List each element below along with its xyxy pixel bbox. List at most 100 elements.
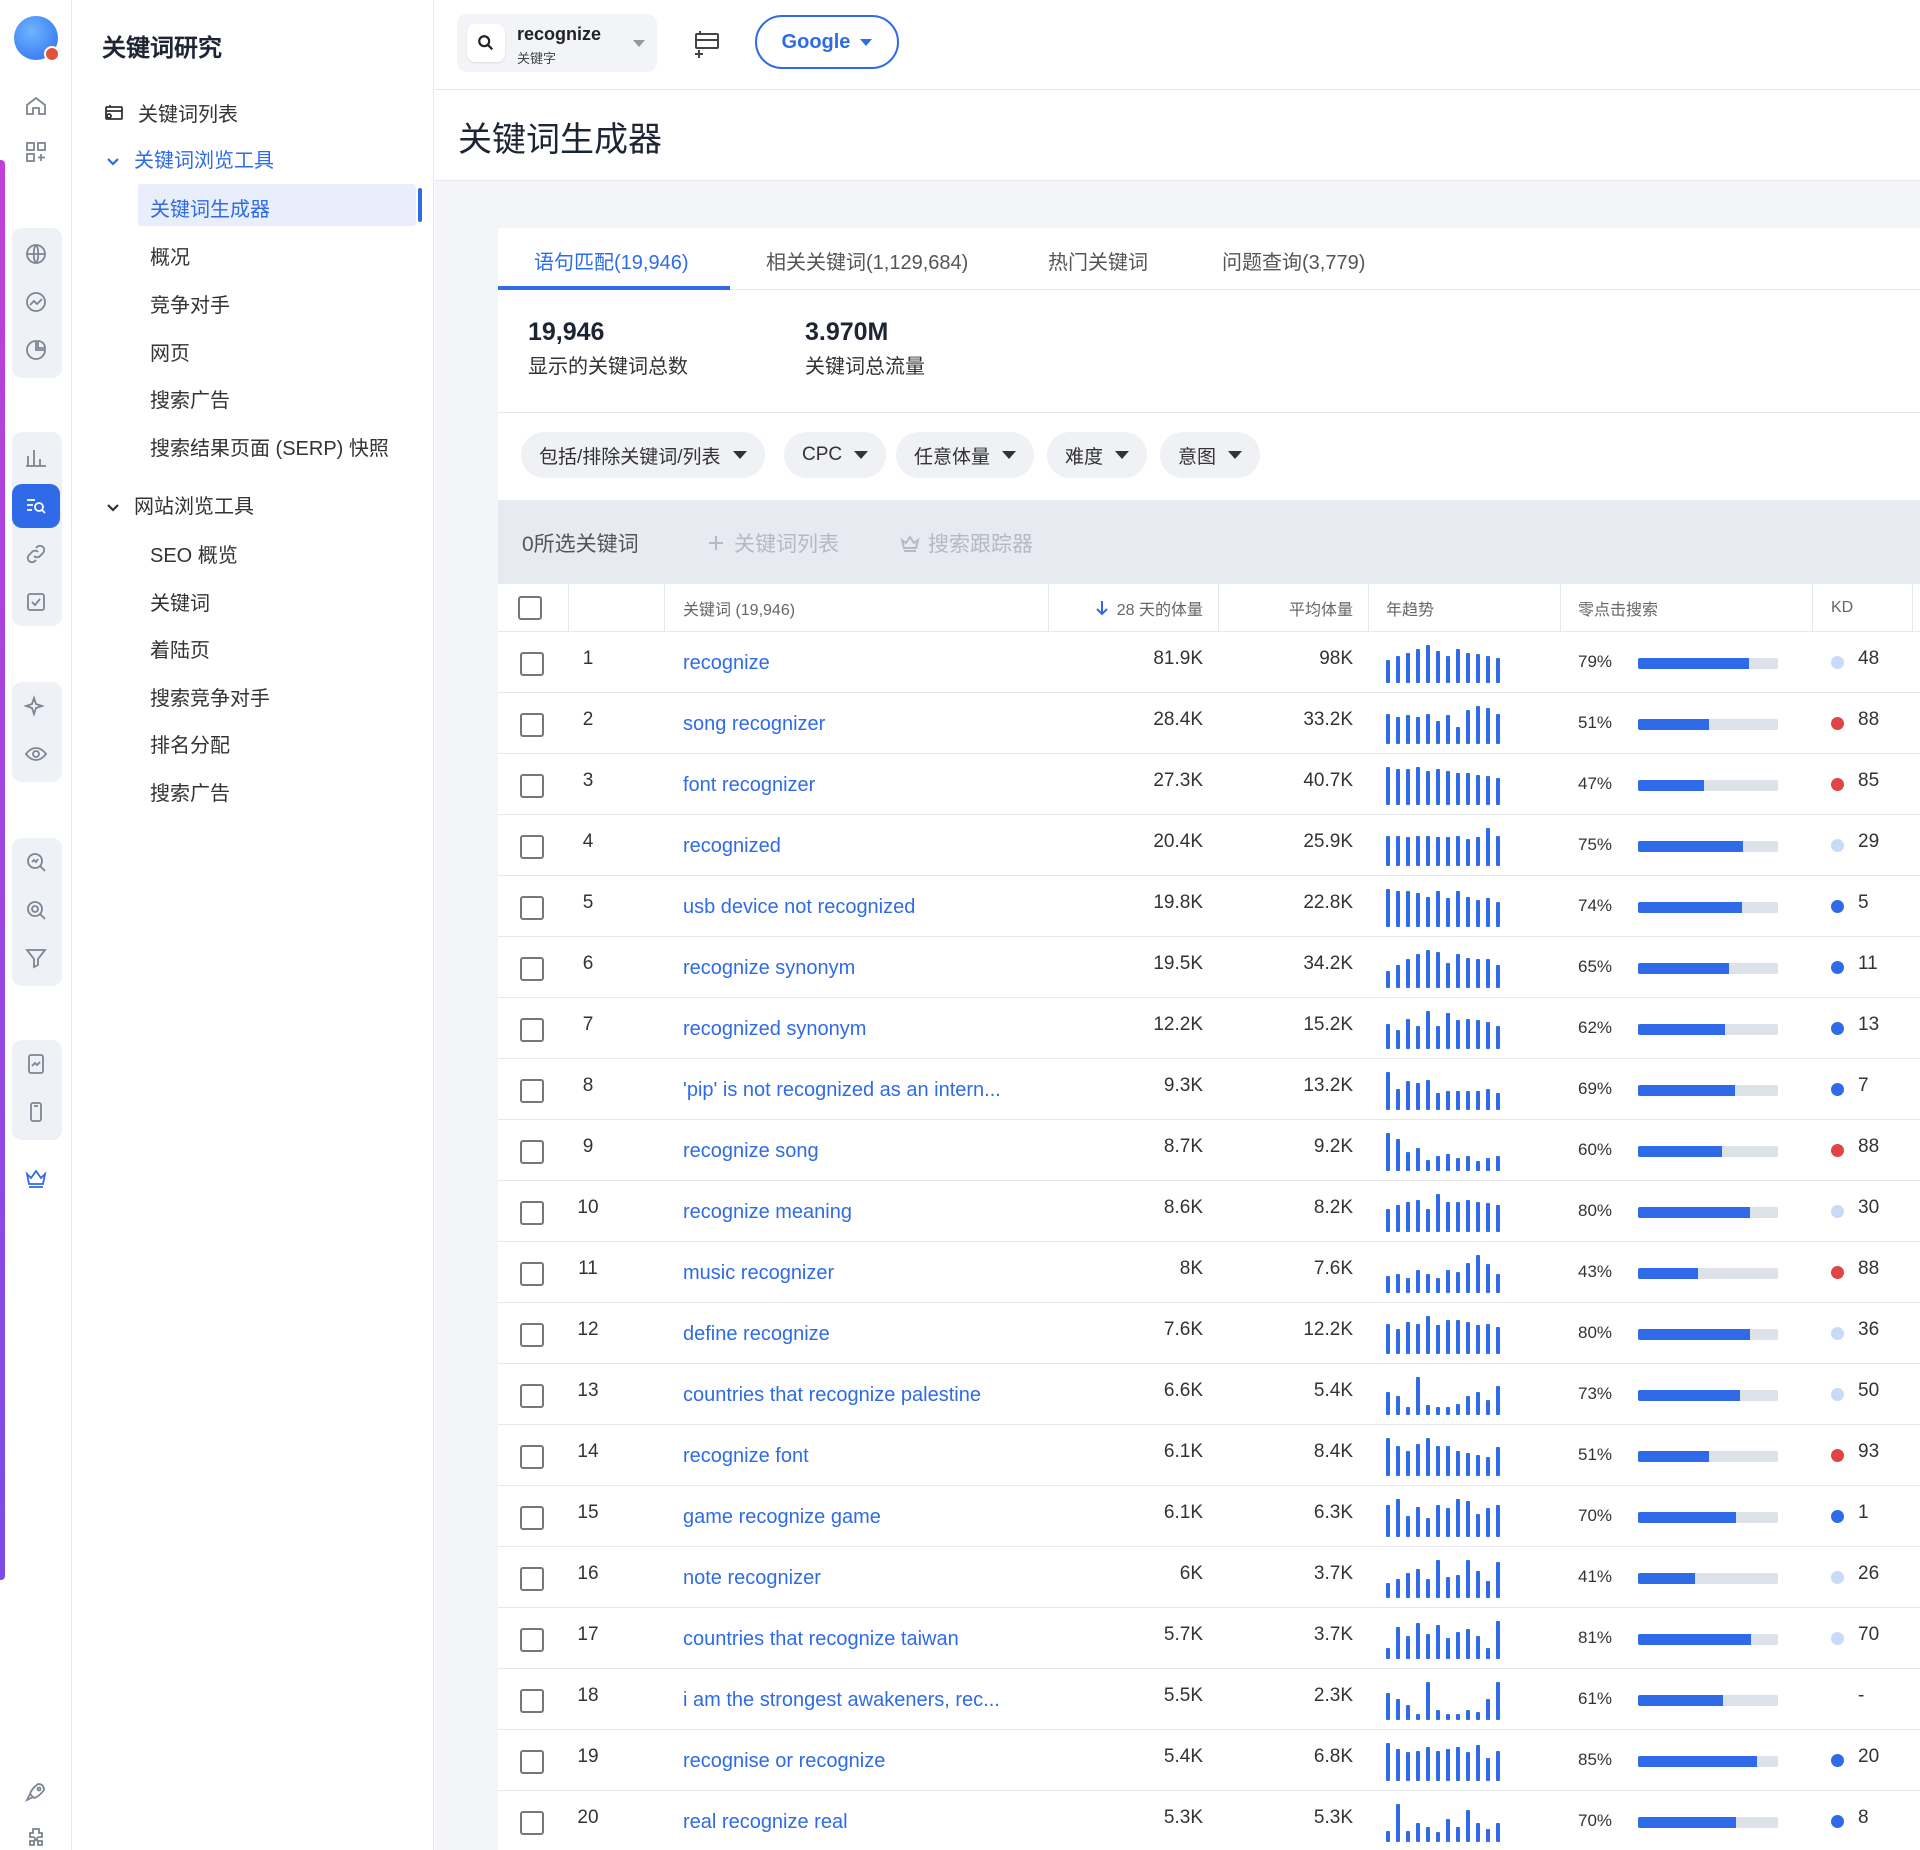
bar-chart-icon[interactable] xyxy=(12,436,60,480)
report-icon[interactable] xyxy=(12,1042,60,1086)
caret-down-icon[interactable] xyxy=(633,40,645,47)
keyword-link[interactable]: recognized synonym xyxy=(683,1018,866,1041)
keyword-link[interactable]: recognize meaning xyxy=(683,1201,852,1224)
keyword-research-icon[interactable] xyxy=(12,484,60,528)
keyword-link[interactable]: recognise or recognize xyxy=(683,1750,885,1773)
row-checkbox[interactable] xyxy=(520,1262,544,1286)
row-checkbox[interactable] xyxy=(520,1689,544,1713)
keyword-link[interactable]: 'pip' is not recognized as an intern... xyxy=(683,1079,1001,1102)
table-row[interactable]: 2 song recognizer 28.4K 33.2K 51% 88 xyxy=(498,693,1920,754)
keyword-link[interactable]: countries that recognize taiwan xyxy=(683,1628,959,1651)
rocket-icon[interactable] xyxy=(12,1770,60,1814)
row-checkbox[interactable] xyxy=(520,957,544,981)
table-row[interactable]: 13 countries that recognize palestine 6.6K… xyxy=(498,1364,1920,1425)
keyword-link[interactable]: countries that recognize palestine xyxy=(683,1384,981,1407)
link-icon[interactable] xyxy=(12,532,60,576)
keyword-link[interactable]: recognize font xyxy=(683,1445,809,1468)
sidebar-group-keyword-explorer[interactable]: 关键词浏览工具 xyxy=(106,144,274,173)
row-checkbox[interactable] xyxy=(520,835,544,859)
table-row[interactable]: 17 countries that recognize taiwan 5.7K 3.7… xyxy=(498,1608,1920,1669)
tab-questions[interactable]: 问题查询(3,779) xyxy=(1222,246,1365,275)
tab-popular-keywords[interactable]: 热门关键词 xyxy=(1048,246,1148,275)
crown-icon[interactable] xyxy=(12,1156,60,1200)
table-row[interactable]: 12 define recognize 7.6K 12.2K 80% 36 xyxy=(498,1303,1920,1364)
app-logo[interactable] xyxy=(14,16,60,62)
table-row[interactable]: 3 font recognizer 27.3K 40.7K 47% 85 xyxy=(498,754,1920,815)
keyword-link[interactable]: i am the strongest awakeners, rec... xyxy=(683,1689,1000,1712)
sidebar-item-keywords[interactable]: 关键词 xyxy=(150,587,210,616)
sidebar-item-search-competitors[interactable]: 搜索竞争对手 xyxy=(150,682,270,711)
sidebar-item-search-ads[interactable]: 搜索广告 xyxy=(150,384,230,413)
table-row[interactable]: 9 recognize song 8.7K 9.2K 60% 88 xyxy=(498,1120,1920,1181)
row-checkbox[interactable] xyxy=(520,1201,544,1225)
sidebar-item-landing-pages[interactable]: 着陆页 xyxy=(150,634,210,663)
sidebar-item-overview[interactable]: 概况 xyxy=(150,241,190,270)
row-checkbox[interactable] xyxy=(520,1750,544,1774)
search-engine-dropdown[interactable]: Google xyxy=(755,15,899,69)
row-checkbox[interactable] xyxy=(520,1323,544,1347)
table-row[interactable]: 10 recognize meaning 8.6K 8.2K 80% 30 xyxy=(498,1181,1920,1242)
keyword-link[interactable]: note recognizer xyxy=(683,1567,821,1590)
row-checkbox[interactable] xyxy=(520,1384,544,1408)
column-header-keyword[interactable]: 关键词 (19,946) xyxy=(683,584,795,632)
add-to-tracker-button[interactable]: 搜索跟踪器 xyxy=(900,528,1033,558)
sidebar-item-keyword-generator[interactable]: 关键词生成器 xyxy=(150,193,270,222)
row-checkbox[interactable] xyxy=(520,713,544,737)
row-checkbox[interactable] xyxy=(520,652,544,676)
add-to-keyword-list-button[interactable]: 关键词列表 xyxy=(706,528,839,558)
sparkle-icon[interactable] xyxy=(12,684,60,728)
audit-icon[interactable] xyxy=(12,580,60,624)
globe-icon[interactable] xyxy=(12,232,60,276)
keyword-link[interactable]: recognized xyxy=(683,835,781,858)
search-icon[interactable] xyxy=(467,24,505,62)
tab-related-keywords[interactable]: 相关关键词(1,129,684) xyxy=(766,246,968,275)
row-checkbox[interactable] xyxy=(520,1140,544,1164)
row-checkbox[interactable] xyxy=(520,1811,544,1835)
plugin-icon[interactable] xyxy=(12,1816,60,1850)
keyword-search-box[interactable]: recognize 关键字 xyxy=(457,14,657,72)
row-checkbox[interactable] xyxy=(520,1628,544,1652)
table-row[interactable]: 11 music recognizer 8K 7.6K 43% 88 xyxy=(498,1242,1920,1303)
filter-intent[interactable]: 意图 xyxy=(1160,432,1261,478)
table-row[interactable]: 18 i am the strongest awakeners, rec... 5.… xyxy=(498,1669,1920,1730)
dashboard-icon[interactable] xyxy=(12,130,60,174)
filter-volume[interactable]: 任意体量 xyxy=(896,432,1035,478)
sidebar-group-site-explorer[interactable]: 网站浏览工具 xyxy=(106,490,254,519)
sidebar-item-seo-overview[interactable]: SEO 概览 xyxy=(150,539,238,568)
sidebar-item-serp-snapshot[interactable]: 搜索结果页面 (SERP) 快照 xyxy=(150,432,389,461)
table-row[interactable]: 5 usb device not recognized 19.8K 22.8K 74% 5 xyxy=(498,876,1920,937)
table-row[interactable]: 20 real recognize real 5.3K 5.3K 70% 8 xyxy=(498,1791,1920,1850)
table-row[interactable]: 15 game recognize game 6.1K 6.3K 70% 1 xyxy=(498,1486,1920,1547)
pie-chart-icon[interactable] xyxy=(12,328,60,372)
select-all-checkbox[interactable] xyxy=(518,596,542,620)
globe-analytics-icon[interactable] xyxy=(12,280,60,324)
keyword-link[interactable]: usb device not recognized xyxy=(683,896,915,919)
keyword-link[interactable]: recognize synonym xyxy=(683,957,855,980)
sidebar-item-rank-distribution[interactable]: 排名分配 xyxy=(150,729,230,758)
keyword-link[interactable]: recognize song xyxy=(683,1140,819,1163)
table-row[interactable]: 7 recognized synonym 12.2K 15.2K 62% 13 xyxy=(498,998,1920,1059)
table-row[interactable]: 1 recognize 81.9K 98K 79% 48 xyxy=(498,632,1920,693)
row-checkbox[interactable] xyxy=(520,1506,544,1530)
filter-icon[interactable] xyxy=(12,936,60,980)
eye-icon[interactable] xyxy=(12,732,60,776)
column-header-volume-28d[interactable]: 28 天的体量 xyxy=(1073,584,1203,632)
column-header-avg-volume[interactable]: 平均体量 xyxy=(1233,584,1353,632)
sidebar-item-keyword-list[interactable]: 关键词列表 xyxy=(102,98,238,127)
magnify-icon[interactable] xyxy=(12,888,60,932)
column-header-zero-click[interactable]: 零点击搜索 xyxy=(1578,584,1658,632)
tab-phrase-match[interactable]: 语句匹配(19,946) xyxy=(534,246,689,275)
home-icon[interactable] xyxy=(12,84,60,128)
table-row[interactable]: 4 recognized 20.4K 25.9K 75% 29 xyxy=(498,815,1920,876)
keyword-link[interactable]: song recognizer xyxy=(683,713,825,736)
add-to-list-icon[interactable] xyxy=(689,26,725,62)
table-row[interactable]: 8 'pip' is not recognized as an intern...… xyxy=(498,1059,1920,1120)
table-row[interactable]: 19 recognise or recognize 5.4K 6.8K 85% 20 xyxy=(498,1730,1920,1791)
row-checkbox[interactable] xyxy=(520,774,544,798)
sidebar-item-site-search-ads[interactable]: 搜索广告 xyxy=(150,777,230,806)
keyword-link[interactable]: recognize xyxy=(683,652,770,675)
filter-difficulty[interactable]: 难度 xyxy=(1047,432,1148,478)
column-header-kd[interactable]: KD xyxy=(1831,584,1853,632)
mobile-icon[interactable] xyxy=(12,1090,60,1134)
sidebar-item-competitors[interactable]: 竞争对手 xyxy=(150,289,230,318)
